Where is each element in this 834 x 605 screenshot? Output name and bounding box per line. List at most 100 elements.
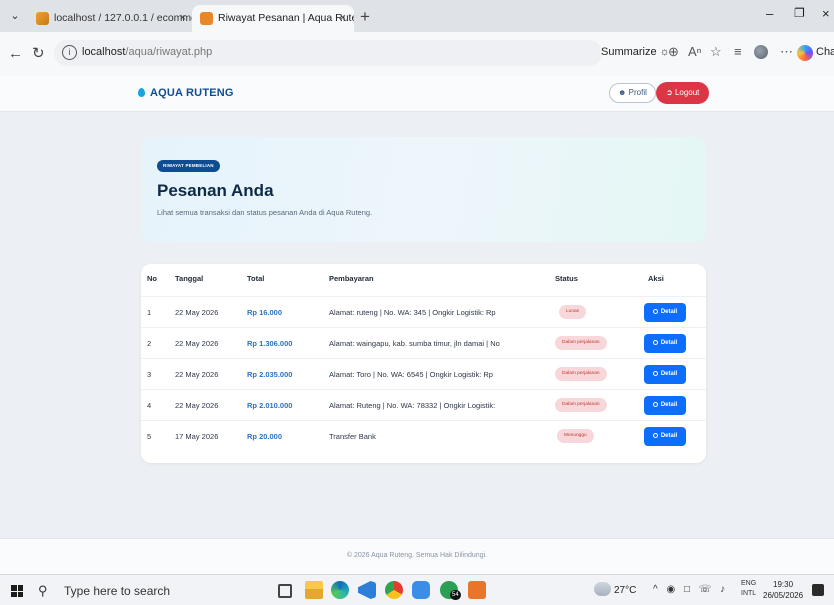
screen: ⌄ localhost / 127.0.0.1 / ecommerce × Ri…	[0, 0, 834, 605]
copilot-icon[interactable]	[797, 45, 813, 61]
column-header-date: Tanggal	[175, 274, 204, 283]
eye-icon	[652, 309, 658, 314]
cell-date: 17 May 2026	[175, 432, 219, 441]
status-badge: Dalam perjalanan	[555, 367, 607, 381]
app-icon[interactable]	[412, 581, 430, 599]
cell-total: Rp 20.000	[247, 432, 283, 441]
phpmyadmin-favicon-icon	[36, 12, 49, 25]
cell-date: 22 May 2026	[175, 339, 219, 348]
cell-payment: Alamat: waingapu, kab. sumba timur, jln …	[329, 339, 500, 348]
column-header-no: No	[147, 274, 157, 283]
cell-payment: Alamat: Ruteng | No. WA: 78332 | Ongkir …	[329, 401, 496, 410]
profile-button[interactable]: ☻ Profil	[609, 83, 656, 103]
taskbar-search-input[interactable]: Type here to search	[64, 584, 170, 598]
detail-button[interactable]: Detail	[644, 365, 686, 384]
browser-tab-phpmyadmin[interactable]: localhost / 127.0.0.1 / ecommerce ×	[28, 5, 192, 32]
aqua-favicon-icon	[200, 12, 213, 25]
browser-tab-riwayat[interactable]: Riwayat Pesanan | Aqua Ruteng ×	[192, 5, 354, 32]
favorite-star-icon[interactable]: ☆	[710, 44, 722, 60]
orders-table: No Tanggal Total Pembayaran Status Aksi …	[141, 264, 706, 463]
cell-no: 2	[147, 339, 152, 348]
search-icon[interactable]: ⚲	[38, 583, 48, 599]
notification-count-badge: 54	[450, 590, 461, 600]
weather-cloud-icon[interactable]	[594, 582, 611, 596]
table-row: 1 22 May 2026 Rp 16.000 Alamat: ruteng |…	[141, 296, 706, 327]
column-header-action: Aksi	[648, 274, 664, 283]
hero-badge: RIWAYAT PEMBELIAN	[157, 160, 220, 172]
detail-button[interactable]: Detail	[644, 396, 686, 415]
detail-button[interactable]: Detail	[644, 303, 686, 322]
vscode-icon[interactable]	[358, 581, 376, 599]
cell-payment: Transfer Bank	[329, 432, 376, 441]
xampp-icon[interactable]	[468, 581, 486, 599]
zoom-icon[interactable]: ⊕	[668, 44, 679, 60]
close-window-button[interactable]: ×	[822, 6, 830, 21]
cell-no: 1	[147, 308, 152, 317]
site-header: AQUA RUTENG ☻ Profil ➲ Logout	[0, 76, 834, 112]
browser-tab-strip: ⌄ localhost / 127.0.0.1 / ecommerce × Ri…	[0, 0, 834, 32]
eye-icon	[652, 340, 658, 345]
status-badge: Lunas	[559, 305, 587, 319]
edge-browser-icon[interactable]	[331, 581, 349, 599]
read-aloud-icon[interactable]: Aⁿ	[688, 44, 701, 60]
cell-total: Rp 2.035.000	[247, 370, 293, 379]
cell-no: 4	[147, 401, 152, 410]
page-viewport: AQUA RUTENG ☻ Profil ➲ Logout RIWAYAT PE…	[0, 76, 834, 574]
notification-center-icon[interactable]	[812, 584, 824, 596]
water-drop-icon	[138, 88, 145, 97]
status-badge: Dalam perjalanan	[555, 336, 607, 350]
detail-button[interactable]: Detail	[644, 427, 686, 446]
status-badge: Menunggu	[557, 429, 594, 443]
system-clock[interactable]: 19:30 26/05/2026	[763, 579, 803, 601]
windows-start-icon[interactable]	[11, 585, 23, 597]
table-row: 5 17 May 2026 Rp 20.000 Transfer Bank Me…	[141, 420, 706, 451]
close-tab-icon[interactable]: ×	[340, 5, 346, 32]
cell-total: Rp 16.000	[247, 308, 283, 317]
address-bar[interactable]: i localhost/aqua/riwayat.php	[54, 40, 602, 66]
page-subtitle: Lihat semua transaksi dan status pesanan…	[157, 208, 373, 217]
cell-date: 22 May 2026	[175, 401, 219, 410]
task-view-icon[interactable]	[278, 584, 292, 598]
cell-date: 22 May 2026	[175, 370, 219, 379]
tab-title: Riwayat Pesanan | Aqua Ruteng	[218, 12, 354, 24]
tab-title: localhost / 127.0.0.1 / ecommerce	[54, 12, 192, 24]
page-title: Pesanan Anda	[157, 181, 274, 200]
brand-logo[interactable]: AQUA RUTENG	[138, 87, 234, 99]
cell-no: 5	[147, 432, 152, 441]
windows-taskbar: ⚲ Type here to search 54 27°C ^ ◉ □ ☏ ♪ …	[0, 574, 834, 605]
eye-icon	[652, 371, 658, 376]
cell-total: Rp 1.306.000	[247, 339, 293, 348]
detail-button[interactable]: Detail	[644, 334, 686, 353]
cell-payment: Alamat: Toro | No. WA: 6545 | Ongkir Log…	[329, 370, 493, 379]
close-tab-icon[interactable]: ×	[180, 5, 186, 32]
system-tray-icons[interactable]: ^ ◉ □ ☏ ♪	[653, 584, 728, 595]
status-badge: Dalam perjalanan	[555, 398, 607, 412]
cell-no: 3	[147, 370, 152, 379]
minimize-button[interactable]: –	[766, 6, 773, 21]
column-header-payment: Pembayaran	[329, 274, 374, 283]
table-row: 4 22 May 2026 Rp 2.010.000 Alamat: Ruten…	[141, 389, 706, 420]
logout-button[interactable]: ➲ Logout	[656, 82, 710, 104]
summarize-button[interactable]: Summarize ☼	[601, 46, 670, 58]
weather-temperature[interactable]: 27°C	[614, 585, 636, 596]
new-tab-button[interactable]: +	[360, 5, 370, 29]
hero-section: RIWAYAT PEMBELIAN Pesanan Anda Lihat sem…	[141, 137, 706, 242]
file-explorer-icon[interactable]	[305, 581, 323, 599]
table-row: 3 22 May 2026 Rp 2.035.000 Alamat: Toro …	[141, 358, 706, 389]
chrome-icon[interactable]	[385, 581, 403, 599]
copilot-label[interactable]: Cha	[816, 46, 834, 58]
cell-date: 22 May 2026	[175, 308, 219, 317]
maximize-button[interactable]: ❐	[794, 6, 805, 20]
column-header-status: Status	[555, 274, 578, 283]
language-indicator[interactable]: ENG INTL	[741, 579, 756, 599]
site-info-icon[interactable]: i	[62, 45, 77, 60]
favorites-list-icon[interactable]: ≡	[734, 44, 742, 60]
tab-actions-menu-icon[interactable]: ⌄	[6, 7, 24, 25]
reload-icon[interactable]: ↻	[32, 45, 45, 63]
more-options-icon[interactable]: ⋯	[780, 44, 793, 60]
back-arrow-icon[interactable]: ←	[8, 45, 23, 63]
extension-icon[interactable]	[754, 45, 768, 59]
table-row: 2 22 May 2026 Rp 1.306.000 Alamat: waing…	[141, 327, 706, 358]
cell-payment: Alamat: ruteng | No. WA: 345 | Ongkir Lo…	[329, 308, 496, 317]
column-header-total: Total	[247, 274, 265, 283]
